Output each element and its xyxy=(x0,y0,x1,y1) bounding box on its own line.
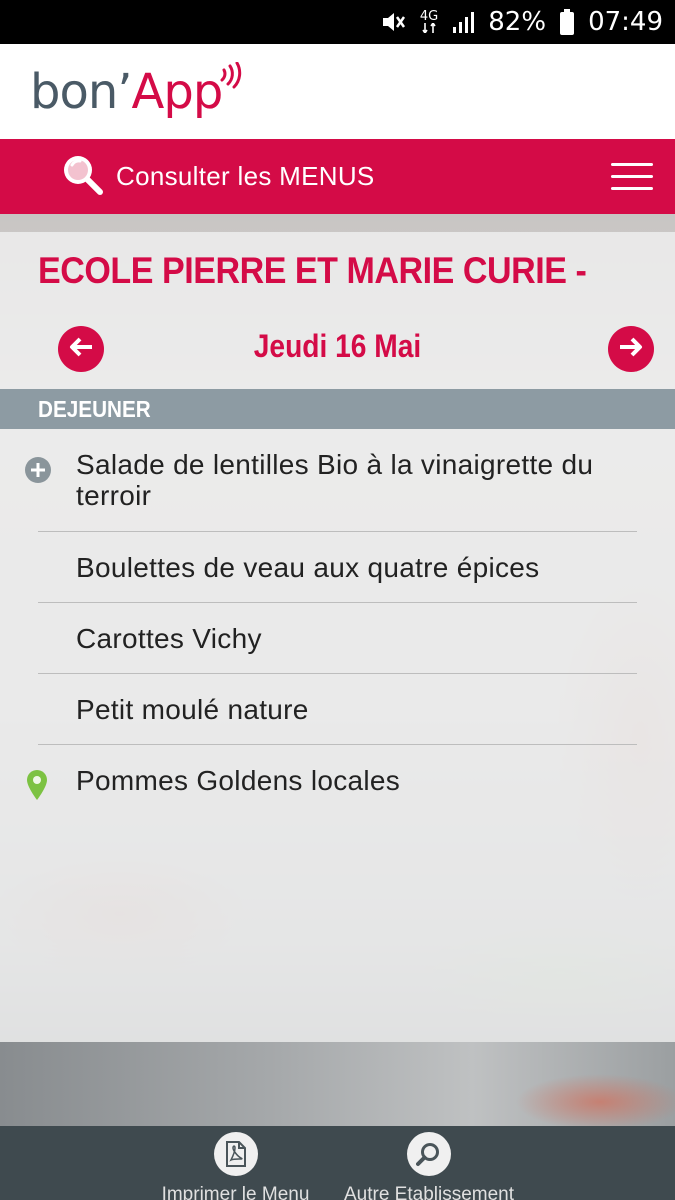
app-header: bon’ App xyxy=(0,44,675,139)
pdf-icon xyxy=(213,1132,258,1176)
search-icon xyxy=(407,1132,451,1176)
other-establishment-label: Autre Etablissement xyxy=(343,1184,515,1200)
dish-label: Petit moulé nature xyxy=(76,694,309,725)
dish-label: Pommes Goldens locales xyxy=(76,765,401,796)
current-date: Jeudi 16 Mai xyxy=(253,328,422,364)
print-menu-button[interactable]: Imprimer le Menu xyxy=(148,1126,323,1200)
school-name: ECOLE PIERRE ET MARIE CURIE - xyxy=(38,250,587,291)
list-item[interactable]: Boulettes de veau aux quatre épices xyxy=(0,532,675,602)
mute-icon xyxy=(380,10,406,34)
list-item[interactable]: Petit moulé nature xyxy=(0,674,675,744)
logo-text-bon: bon’ xyxy=(30,63,133,120)
battery-percent: 82% xyxy=(488,7,547,37)
next-day-button[interactable] xyxy=(608,326,654,372)
consult-menus-button[interactable]: Consulter les MENUS xyxy=(60,153,375,200)
network-type: 4G xyxy=(419,9,439,24)
consult-menus-label: Consulter les MENUS xyxy=(116,161,375,191)
app-screen: 4G 82% 07:49 bon’ App Consulter les MENU… xyxy=(0,0,675,1200)
plus-circle-icon[interactable] xyxy=(24,456,52,490)
list-item[interactable]: Pommes Goldens locales xyxy=(0,745,675,816)
signal-icon xyxy=(452,11,475,33)
search-icon xyxy=(60,153,104,200)
menu-list: Salade de lentilles Bio à la vinaigrette… xyxy=(0,429,675,816)
dish-label: Salade de lentilles Bio à la vinaigrette… xyxy=(76,449,594,511)
meal-section-title: DEJEUNER xyxy=(38,395,151,422)
clock: 07:49 xyxy=(588,7,663,37)
logo-text-app: App xyxy=(131,63,224,120)
top-bar: Consulter les MENUS xyxy=(0,139,675,214)
bottom-toolbar: Imprimer le Menu Autre Etablissement xyxy=(0,1126,675,1200)
location-pin-icon[interactable] xyxy=(26,769,48,807)
print-menu-label: Imprimer le Menu xyxy=(161,1184,310,1200)
other-establishment-button[interactable]: Autre Etablissement xyxy=(334,1126,524,1200)
status-bar: 4G 82% 07:49 xyxy=(0,0,675,44)
dish-label: Carottes Vichy xyxy=(76,623,262,654)
dish-label: Boulettes de veau aux quatre épices xyxy=(76,552,540,583)
network-icon: 4G xyxy=(419,9,439,33)
background-photo-bottom xyxy=(0,1042,675,1126)
battery-icon xyxy=(560,9,575,35)
meal-section-header: DEJEUNER xyxy=(0,389,675,429)
menu-hamburger-icon[interactable] xyxy=(611,163,653,191)
list-item[interactable]: Salade de lentilles Bio à la vinaigrette… xyxy=(0,429,675,531)
arrow-right-icon xyxy=(618,336,644,363)
list-item[interactable]: Carottes Vichy xyxy=(0,603,675,673)
bonapp-logo[interactable]: bon’ App xyxy=(30,61,244,120)
wifi-waves-icon xyxy=(218,61,244,95)
